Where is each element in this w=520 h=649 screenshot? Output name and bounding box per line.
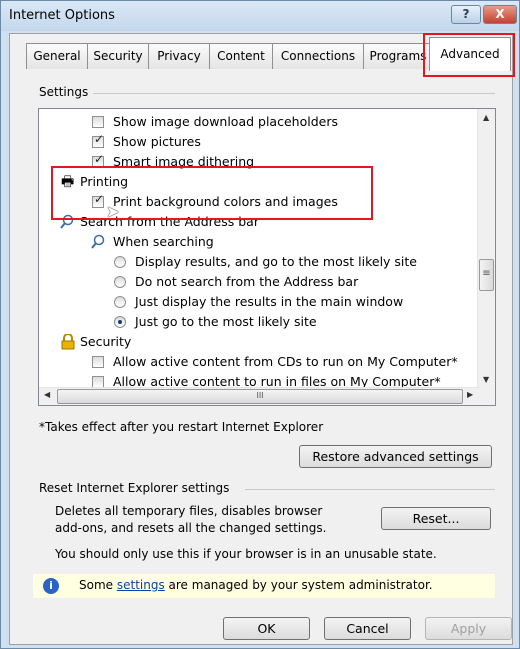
info-text-before: Some <box>79 578 117 592</box>
settings-divider <box>93 93 495 94</box>
horizontal-scrollbar[interactable]: ◀ III ▶ <box>39 387 479 405</box>
window-title: Internet Options <box>9 8 115 23</box>
radio-go-to-likely-site[interactable] <box>114 316 126 328</box>
tab-connections[interactable]: Connections <box>272 43 364 69</box>
admin-info-bar: i Some settings are managed by your syst… <box>33 574 495 598</box>
info-icon: i <box>43 578 59 594</box>
lock-icon <box>61 334 75 350</box>
setting-label: Allow active content from CDs to run on … <box>113 354 458 369</box>
horizontal-scroll-thumb[interactable]: III <box>57 389 463 404</box>
radio-display-results-go-likely[interactable] <box>114 256 126 268</box>
radio-display-results-main-window[interactable] <box>114 296 126 308</box>
checkbox-active-content-cds[interactable] <box>92 356 104 368</box>
setting-label: Display results, and go to the most like… <box>135 254 417 269</box>
radio-do-not-search[interactable] <box>114 276 126 288</box>
close-button[interactable]: X <box>483 5 517 24</box>
subcategory-when-searching: When searching <box>113 234 214 249</box>
vertical-scroll-thumb[interactable]: ≡ <box>479 259 494 291</box>
info-text-after: are managed by your system administrator… <box>164 578 433 592</box>
highlight-box-advanced-tab <box>423 33 515 77</box>
reset-divider <box>245 489 495 490</box>
tab-security[interactable]: Security <box>87 43 149 69</box>
setting-label: Do not search from the Address bar <box>135 274 359 289</box>
scroll-up-arrow-icon[interactable]: ▲ <box>483 113 489 122</box>
unusable-state-warning: You should only use this if your browser… <box>55 547 437 561</box>
scrollbar-corner <box>478 388 495 405</box>
scroll-left-arrow-icon[interactable]: ◀ <box>44 390 50 399</box>
checkbox-show-pictures[interactable] <box>92 132 104 148</box>
tab-general[interactable]: General <box>26 43 88 69</box>
setting-label: Just display the results in the main win… <box>135 294 404 309</box>
apply-button[interactable]: Apply <box>425 617 512 640</box>
setting-label: Show image download placeholders <box>113 114 338 129</box>
reset-group-label: Reset Internet Explorer settings <box>39 481 234 495</box>
restart-note: *Takes effect after you restart Internet… <box>39 420 324 434</box>
scroll-down-arrow-icon[interactable]: ▼ <box>483 375 489 384</box>
vertical-scrollbar[interactable]: ▲ ≡ ▼ <box>477 109 495 390</box>
info-bar-message: Some settings are managed by your system… <box>79 578 433 592</box>
tab-privacy[interactable]: Privacy <box>148 43 210 69</box>
category-security: Security <box>80 334 132 349</box>
reset-button[interactable]: Reset... <box>381 507 491 530</box>
checkbox-show-image-placeholders[interactable] <box>92 116 104 128</box>
highlight-box-printing <box>51 166 373 220</box>
setting-label: Just go to the most likely site <box>135 314 317 329</box>
reset-description-line2: add-ons, and resets all the changed sett… <box>55 521 327 535</box>
title-bar: Internet Options ? X <box>1 1 519 31</box>
restore-advanced-settings-button[interactable]: Restore advanced settings <box>299 445 492 468</box>
settings-link[interactable]: settings <box>117 578 165 592</box>
internet-options-dialog: Internet Options ? X General Security Pr… <box>0 0 520 649</box>
setting-label: Show pictures <box>113 134 201 149</box>
settings-group-label: Settings <box>39 85 93 99</box>
scroll-right-arrow-icon[interactable]: ▶ <box>467 390 473 399</box>
cancel-button[interactable]: Cancel <box>324 617 411 640</box>
help-button[interactable]: ? <box>451 5 481 24</box>
reset-description-line1: Deletes all temporary files, disables br… <box>55 504 323 518</box>
magnifier-icon <box>91 234 105 249</box>
ok-button[interactable]: OK <box>223 617 310 640</box>
tab-content[interactable]: Content <box>209 43 273 69</box>
settings-tree-list[interactable]: Show image download placeholders Show pi… <box>38 108 496 406</box>
